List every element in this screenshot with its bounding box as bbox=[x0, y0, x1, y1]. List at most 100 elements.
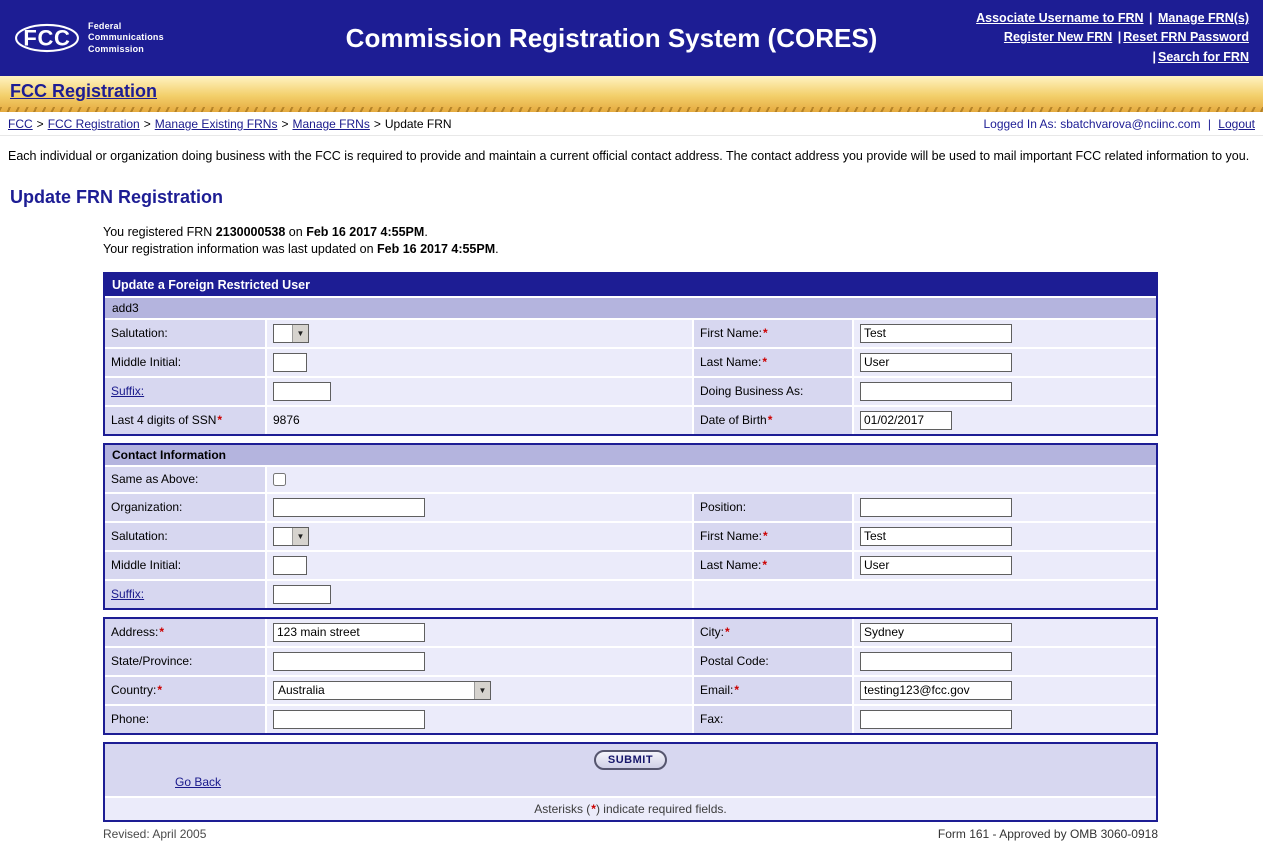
form-row-suffix2: Suffix: bbox=[105, 581, 1156, 608]
country-select[interactable]: Australia ▼ bbox=[273, 681, 491, 700]
chevron-down-icon: ▼ bbox=[292, 325, 308, 342]
organization-input[interactable] bbox=[273, 498, 425, 517]
nav-separator: | bbox=[1153, 50, 1157, 64]
contact-middle-initial-input[interactable] bbox=[273, 556, 307, 575]
intro-text: Each individual or organization doing bu… bbox=[8, 148, 1255, 165]
update-frn-form: Update a Foreign Restricted User add3 Sa… bbox=[103, 272, 1158, 822]
banner-stripe-decoration bbox=[0, 107, 1263, 112]
address-input[interactable] bbox=[273, 623, 425, 642]
contact-information-section: Contact Information Same as Above: Organ… bbox=[103, 443, 1158, 610]
required-asterisk: * bbox=[725, 625, 730, 639]
form-row-phone-fax: Phone: Fax: bbox=[105, 706, 1156, 733]
state-province-label: State/Province: bbox=[105, 648, 265, 675]
same-as-above-label: Same as Above: bbox=[105, 467, 265, 492]
first-name-input[interactable] bbox=[860, 324, 1012, 343]
last-name-label: Last Name:* bbox=[694, 552, 852, 579]
date-of-birth-input[interactable] bbox=[860, 411, 952, 430]
reset-frn-password-link[interactable]: Reset FRN Password bbox=[1123, 30, 1249, 44]
date-of-birth-label: Date of Birth* bbox=[694, 407, 852, 434]
registration-line1: You registered FRN 2130000538 on Feb 16 … bbox=[103, 224, 1263, 241]
search-for-frn-link[interactable]: Search for FRN bbox=[1158, 50, 1249, 64]
registered-mid: on bbox=[285, 225, 306, 239]
suffix-link[interactable]: Suffix: bbox=[111, 384, 144, 398]
breadcrumb-update-frn: Update FRN bbox=[385, 117, 452, 131]
required-asterisk: * bbox=[762, 558, 767, 572]
breadcrumb-fcc[interactable]: FCC bbox=[8, 117, 33, 131]
breadcrumb-manage-frns[interactable]: Manage FRNs bbox=[292, 117, 369, 131]
logged-in-user-email: sbatchvarova@nciinc.com bbox=[1060, 117, 1200, 131]
nav-separator: | bbox=[1118, 30, 1122, 44]
first-name-label: First Name:* bbox=[694, 523, 852, 550]
state-province-input[interactable] bbox=[273, 652, 425, 671]
page-title: Update FRN Registration bbox=[10, 187, 1255, 208]
required-asterisk: * bbox=[762, 355, 767, 369]
breadcrumb-separator: > bbox=[37, 117, 44, 131]
required-asterisk: * bbox=[159, 625, 164, 639]
foreign-restricted-user-section: Update a Foreign Restricted User add3 Sa… bbox=[103, 272, 1158, 436]
note-prefix: Asterisks ( bbox=[534, 802, 590, 816]
doing-business-as-input[interactable] bbox=[860, 382, 1012, 401]
position-label: Position: bbox=[694, 494, 852, 521]
header-nav-line1: Associate Username to FRN | Manage FRN(s… bbox=[934, 9, 1249, 28]
required-asterisk: * bbox=[217, 413, 222, 427]
svg-text:FCC: FCC bbox=[23, 26, 70, 51]
registration-line2: Your registration information was last u… bbox=[103, 241, 1263, 258]
form-row-suffix1: Suffix: Doing Business As: bbox=[105, 378, 1156, 405]
updated-prefix: Your registration information was last u… bbox=[103, 242, 377, 256]
required-asterisk: * bbox=[734, 683, 739, 697]
email-input[interactable] bbox=[860, 681, 1012, 700]
contact-last-name-input[interactable] bbox=[860, 556, 1012, 575]
suffix-label: Suffix: bbox=[105, 378, 265, 405]
contact-suffix-input[interactable] bbox=[273, 585, 331, 604]
fcc-registration-link[interactable]: FCC Registration bbox=[10, 81, 157, 101]
city-input[interactable] bbox=[860, 623, 1012, 642]
breadcrumb-separator: > bbox=[374, 117, 381, 131]
salutation-label: Salutation: bbox=[105, 320, 265, 347]
go-back-link[interactable]: Go Back bbox=[175, 775, 221, 789]
phone-label: Phone: bbox=[105, 706, 265, 733]
submit-button[interactable]: SUBMIT bbox=[594, 750, 667, 770]
empty-cell bbox=[694, 581, 1156, 608]
suffix-input[interactable] bbox=[273, 382, 331, 401]
ssn-label: Last 4 digits of SSN* bbox=[105, 407, 265, 434]
login-info: Logged In As: sbatchvarova@nciinc.com | … bbox=[983, 117, 1255, 131]
position-input[interactable] bbox=[860, 498, 1012, 517]
breadcrumb-fcc-registration[interactable]: FCC Registration bbox=[48, 117, 140, 131]
organization-label: Organization: bbox=[105, 494, 265, 521]
section-title: Update a Foreign Restricted User bbox=[105, 274, 1156, 296]
app-title: Commission Registration System (CORES) bbox=[289, 23, 934, 54]
fax-input[interactable] bbox=[860, 710, 1012, 729]
form-row-ssn-dob: Last 4 digits of SSN* 9876 Date of Birth… bbox=[105, 407, 1156, 434]
registered-date: Feb 16 2017 4:55PM bbox=[306, 225, 424, 239]
header-nav-line3: |Search for FRN bbox=[934, 48, 1249, 67]
form-row-same-as-above: Same as Above: bbox=[105, 467, 1156, 492]
logo-caption-line1: Federal bbox=[88, 21, 164, 32]
contact-information-header: Contact Information bbox=[105, 445, 1156, 465]
register-new-frn-link[interactable]: Register New FRN bbox=[1004, 30, 1112, 44]
contact-first-name-input[interactable] bbox=[860, 527, 1012, 546]
salutation-select[interactable]: ▼ bbox=[273, 324, 309, 343]
postal-code-input[interactable] bbox=[860, 652, 1012, 671]
required-asterisk: * bbox=[763, 529, 768, 543]
nav-separator: | bbox=[1149, 11, 1153, 25]
phone-input[interactable] bbox=[273, 710, 425, 729]
fcc-logo-area: FCC Federal Communications Commission bbox=[14, 16, 289, 60]
breadcrumb-manage-existing-frns[interactable]: Manage Existing FRNs bbox=[155, 117, 278, 131]
required-asterisk: * bbox=[763, 326, 768, 340]
doing-business-as-label: Doing Business As: bbox=[694, 378, 852, 405]
header-nav: Associate Username to FRN | Manage FRN(s… bbox=[934, 9, 1249, 67]
logged-in-as-label: Logged In As: bbox=[983, 117, 1056, 131]
logout-link[interactable]: Logout bbox=[1218, 117, 1255, 131]
last-name-input[interactable] bbox=[860, 353, 1012, 372]
manage-frns-link[interactable]: Manage FRN(s) bbox=[1158, 11, 1249, 25]
associate-username-link[interactable]: Associate Username to FRN bbox=[976, 11, 1143, 25]
registration-info: You registered FRN 2130000538 on Feb 16 … bbox=[103, 224, 1263, 258]
address-label: Address:* bbox=[105, 619, 265, 646]
logo-caption-line2: Communications bbox=[88, 32, 164, 43]
same-as-above-checkbox[interactable] bbox=[273, 473, 286, 486]
required-fields-note: Asterisks (*) indicate required fields. bbox=[105, 798, 1156, 820]
contact-salutation-select[interactable]: ▼ bbox=[273, 527, 309, 546]
middle-initial-input[interactable] bbox=[273, 353, 307, 372]
chevron-down-icon: ▼ bbox=[474, 682, 490, 699]
suffix-link[interactable]: Suffix: bbox=[111, 587, 144, 601]
